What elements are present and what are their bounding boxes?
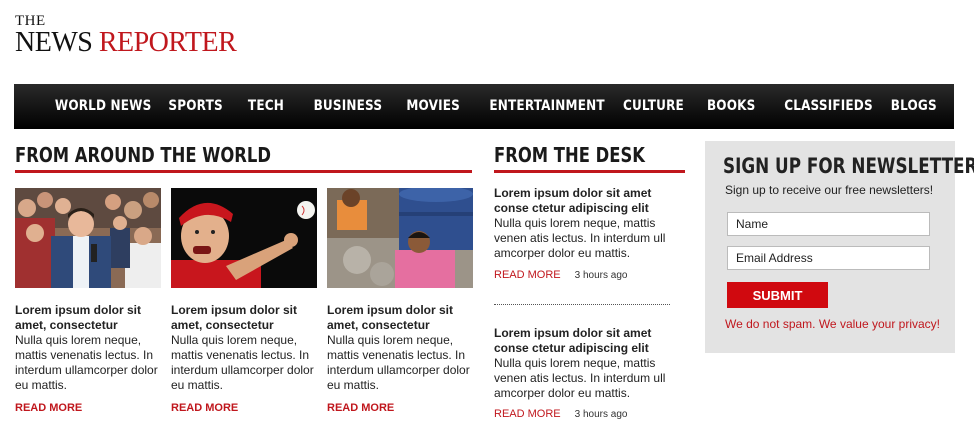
section-divider-world — [15, 170, 472, 173]
story-headline[interactable]: Lorem ipsum dolor sit amet, consectetur — [15, 303, 165, 333]
read-more-link[interactable]: READ MORE — [494, 408, 561, 420]
newsletter-title: SIGN UP FOR NEWSLETTER — [723, 154, 974, 178]
nav-tech[interactable]: TECH — [248, 98, 284, 114]
nav-classifieds[interactable]: CLASSIFIEDS — [784, 98, 873, 114]
section-title-world: FROM AROUND THE WORLD — [15, 143, 271, 167]
read-more-link[interactable]: READ MORE — [327, 402, 394, 414]
desk-item-2: Lorem ipsum dolor sit amet conse ctetur … — [494, 326, 684, 401]
privacy-note: We do not spam. We value your privacy! — [725, 317, 940, 331]
timestamp: 3 hours ago — [574, 270, 628, 281]
nav-blogs[interactable]: BLOGS — [891, 98, 937, 114]
desk-headline[interactable]: Lorem ipsum dolor sit amet conse ctetur … — [494, 326, 684, 356]
name-field[interactable] — [727, 212, 930, 236]
logo-wordmark: NEWS REPORTER — [15, 27, 237, 58]
desk-meta-1: READ MORE 3 hours ago — [494, 269, 627, 281]
main-navigation: WORLD NEWS SPORTS TECH BUSINESS MOVIES E… — [14, 84, 954, 129]
children-barrel-photo — [327, 188, 473, 288]
story-headline[interactable]: Lorem ipsum dolor sit amet, consectetur — [327, 303, 477, 333]
newsletter-subtitle: Sign up to receive our free newsletters! — [725, 183, 934, 197]
site-logo[interactable]: THE NEWS REPORTER — [15, 14, 237, 58]
nav-culture[interactable]: CULTURE — [623, 98, 684, 114]
nav-entertainment[interactable]: ENTERTAINMENT — [489, 98, 604, 114]
nav-sports[interactable]: SPORTS — [168, 98, 222, 114]
section-divider-desk — [494, 170, 685, 173]
baseball-player-photo — [171, 188, 317, 288]
story-1: Lorem ipsum dolor sit amet, consectetur … — [15, 303, 165, 393]
nav-books[interactable]: BOOKS — [707, 98, 756, 114]
section-title-desk: FROM THE DESK — [494, 143, 645, 167]
read-more-link[interactable]: READ MORE — [171, 402, 238, 414]
nav-movies[interactable]: MOVIES — [406, 98, 460, 114]
logo-news: NEWS — [15, 27, 93, 58]
desk-item-1: Lorem ipsum dolor sit amet conse ctetur … — [494, 186, 684, 261]
read-more-link[interactable]: READ MORE — [494, 269, 561, 281]
crowd-speaker-photo — [15, 188, 161, 288]
desk-body: Nulla quis lorem neque, mattis venen ati… — [494, 216, 666, 260]
story-image-3[interactable] — [327, 188, 473, 288]
story-3: Lorem ipsum dolor sit amet, consectetur … — [327, 303, 477, 393]
nav-business[interactable]: BUSINESS — [314, 98, 383, 114]
read-more-link[interactable]: READ MORE — [15, 402, 82, 414]
story-image-1[interactable] — [15, 188, 161, 288]
story-body: Nulla quis lorem neque, mattis venenatis… — [327, 333, 470, 392]
desk-meta-2: READ MORE 3 hours ago — [494, 408, 627, 420]
story-body: Nulla quis lorem neque, mattis venenatis… — [15, 333, 158, 392]
story-headline[interactable]: Lorem ipsum dolor sit amet, consectetur — [171, 303, 321, 333]
desk-separator — [494, 304, 670, 305]
submit-button[interactable]: SUBMIT — [727, 282, 828, 308]
desk-body: Nulla quis lorem neque, mattis venen ati… — [494, 356, 666, 400]
logo-reporter: REPORTER — [98, 27, 237, 58]
story-body: Nulla quis lorem neque, mattis venenatis… — [171, 333, 314, 392]
story-image-2[interactable] — [171, 188, 317, 288]
email-field[interactable] — [727, 246, 930, 270]
story-2: Lorem ipsum dolor sit amet, consectetur … — [171, 303, 321, 393]
newsletter-panel: SIGN UP FOR NEWSLETTER Sign up to receiv… — [705, 141, 974, 353]
nav-world-news[interactable]: WORLD NEWS — [55, 98, 152, 114]
timestamp: 3 hours ago — [574, 409, 628, 420]
desk-headline[interactable]: Lorem ipsum dolor sit amet conse ctetur … — [494, 186, 684, 216]
